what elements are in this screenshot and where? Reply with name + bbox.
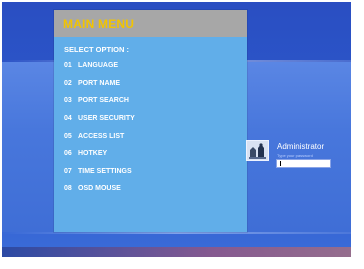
user-name: Administrator [277,142,325,151]
password-field[interactable] [276,159,331,168]
menu-item-label: PORT SEARCH [78,97,129,105]
menu-item-user-security[interactable]: 04 USER SECURITY [64,110,247,128]
menu-item-access-list[interactable]: 05 ACCESS LIST [64,127,247,145]
menu-item-number: 01 [64,62,72,70]
menu-item-number: 04 [64,115,72,123]
menu-item-label: HOTKEY [78,150,108,158]
chess-piece-icon [247,141,268,160]
menu-item-port-name[interactable]: 02 PORT NAME [64,75,247,93]
select-option-label: SELECT OPTION : [64,45,130,54]
menu-item-label: LANGUAGE [78,62,119,70]
menu-item-port-search[interactable]: 03 PORT SEARCH [64,92,247,110]
menu-item-label: TIME SETTINGS [78,167,132,175]
menu-item-time-settings[interactable]: 07 TIME SETTINGS [64,163,247,181]
band-highlight-bottom [2,232,351,234]
menu-item-hotkey[interactable]: 06 HOTKEY [64,145,247,163]
menu-item-label: USER SECURITY [78,115,135,123]
menu-item-number: 02 [64,79,72,87]
osd-screen: MAIN MENU SELECT OPTION : 01 LANGUAGE 02… [2,2,351,257]
menu-item-label: PORT NAME [78,79,120,87]
menu-item-osd-mouse[interactable]: 08 OSD MOUSE [64,180,247,198]
menu-item-language[interactable]: 01 LANGUAGE [64,57,247,75]
menu-header: MAIN MENU [54,10,247,37]
menu-item-number: 03 [64,97,72,105]
menu-title: MAIN MENU [63,16,135,31]
menu-body: SELECT OPTION : 01 LANGUAGE 02 PORT NAME… [54,37,247,198]
menu-item-number: 08 [64,185,72,193]
password-hint: Type your password [277,153,313,158]
bottom-strip [2,247,351,257]
menu-item-label: ACCESS LIST [78,132,125,140]
menu-item-label: OSD MOUSE [78,185,121,193]
menu-item-number: 06 [64,150,72,158]
menu-item-number: 07 [64,167,72,175]
user-avatar-icon[interactable] [246,140,269,161]
text-cursor [280,161,281,166]
menu-item-number: 05 [64,132,72,140]
main-menu-panel: MAIN MENU SELECT OPTION : 01 LANGUAGE 02… [54,10,247,232]
